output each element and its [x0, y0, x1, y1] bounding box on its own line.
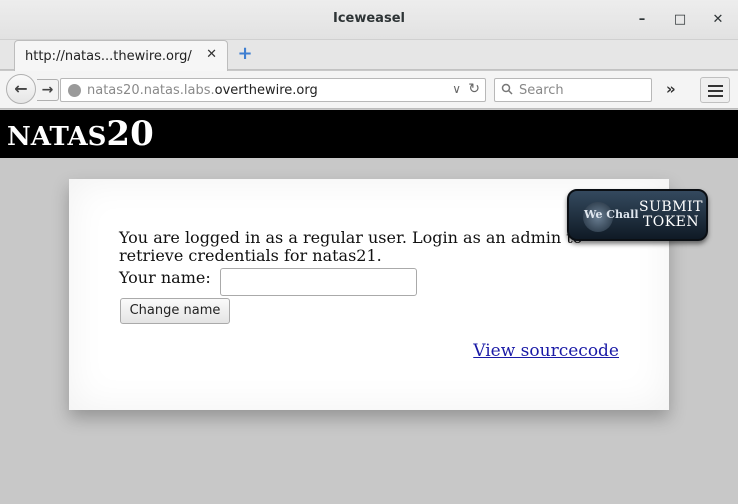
window-title: Iceweasel [333, 11, 405, 26]
name-label: Your name: [119, 268, 211, 287]
url-bar[interactable]: natas20.natas.labs.overthewire.org ∨ ↻ [60, 78, 486, 102]
new-tab-button[interactable]: + [236, 45, 254, 63]
toolbar-overflow-button[interactable]: » [666, 80, 676, 98]
token-label: TOKEN [642, 214, 700, 230]
brand-text: NATAS [7, 122, 107, 152]
site-header: NATAS20 [0, 110, 738, 158]
name-input[interactable] [220, 268, 417, 296]
view-sourcecode-link[interactable]: View sourcecode [473, 341, 619, 361]
submit-token-label: SUBMIT TOKEN [639, 200, 703, 230]
change-name-button[interactable]: Change name [120, 298, 230, 324]
minimize-button[interactable]: – [632, 10, 652, 30]
url-prefix: natas20.natas.labs. [87, 83, 215, 98]
brand-level: 20 [106, 114, 154, 154]
forward-button[interactable]: → [37, 79, 59, 101]
tab-active[interactable]: http://natas...thewire.org/ ✕ [14, 40, 228, 71]
reload-icon[interactable]: ↻ [468, 81, 480, 97]
close-window-button[interactable]: ✕ [708, 10, 728, 30]
submit-label: SUBMIT [639, 199, 703, 215]
wechall-submit-token-button[interactable]: We Chall SUBMIT TOKEN [567, 189, 708, 241]
url-text[interactable]: natas20.natas.labs.overthewire.org [87, 83, 318, 98]
hamburger-menu-button[interactable] [700, 77, 730, 103]
window-titlebar: Iceweasel – □ ✕ [0, 0, 738, 40]
back-button[interactable]: ← [6, 74, 36, 104]
site-identity-icon[interactable] [68, 84, 81, 97]
navigation-toolbar: ← → natas20.natas.labs.overthewire.org ∨… [0, 71, 738, 109]
maximize-button[interactable]: □ [670, 10, 690, 30]
tab-strip: http://natas...thewire.org/ ✕ + [0, 40, 738, 71]
login-status-message: You are logged in as a regular user. Log… [119, 228, 583, 265]
site-brand: NATAS20 [7, 114, 154, 154]
search-placeholder: Search [519, 83, 564, 98]
url-dropdown-icon[interactable]: ∨ [452, 82, 461, 96]
tab-label: http://natas...thewire.org/ [25, 49, 192, 64]
search-bar[interactable]: Search [494, 78, 652, 102]
wechall-logo-text: We Chall [584, 208, 639, 221]
url-domain: overthewire.org [214, 83, 318, 98]
search-icon [501, 83, 513, 95]
tab-close-icon[interactable]: ✕ [206, 47, 217, 62]
